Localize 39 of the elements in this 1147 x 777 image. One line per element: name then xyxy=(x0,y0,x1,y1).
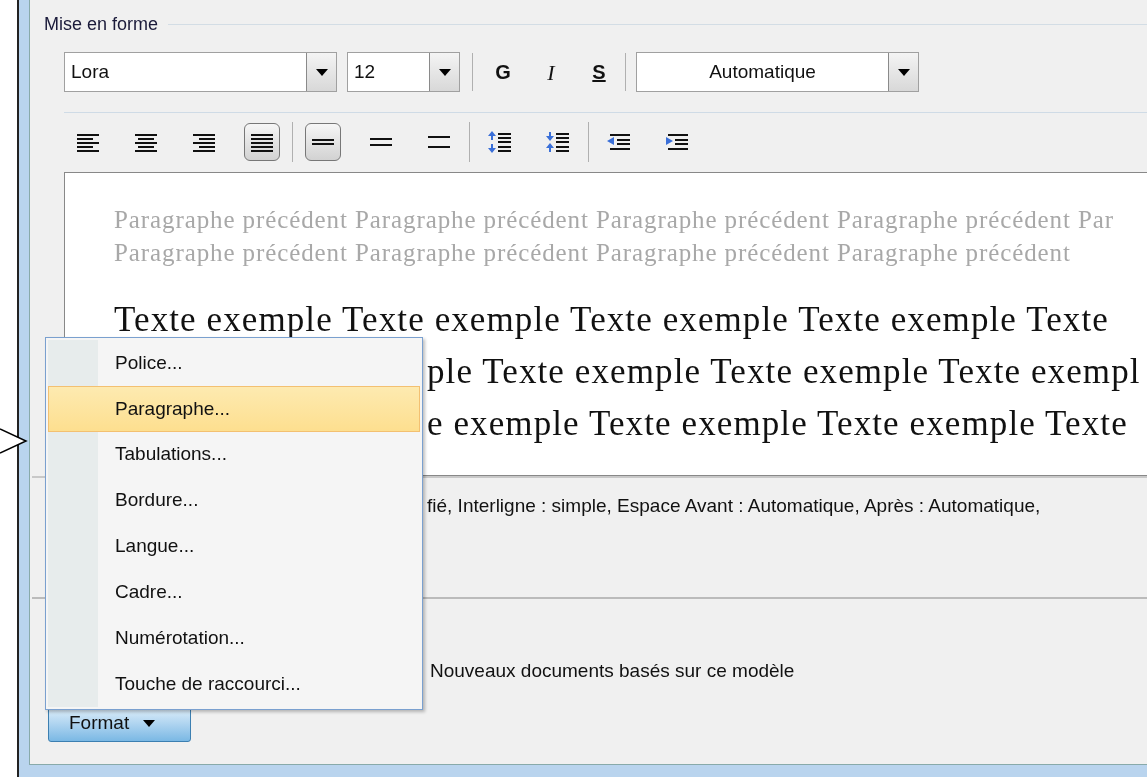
line-spacing-icon xyxy=(370,138,392,146)
double-spacing-icon xyxy=(428,136,450,148)
previous-paragraph-text: Paragraphe précédent Paragraphe précédent Paragraphe précédent Paragraphe précédent Par xyxy=(114,205,1114,235)
single-spacing-icon xyxy=(312,139,334,145)
font-name-dropdown[interactable]: Lora xyxy=(64,52,337,92)
menu-item[interactable]: Langue... xyxy=(48,523,420,570)
menu-item[interactable]: Tabulations... xyxy=(48,431,420,478)
paragraph-toolbar-button[interactable] xyxy=(305,123,341,161)
sample-text: ple Texte exemple Texte exemple Texte exempl xyxy=(427,353,1141,391)
caret-icon xyxy=(438,68,451,76)
caret-icon xyxy=(143,720,156,727)
menu-item[interactable]: Paragraphe... xyxy=(48,385,420,432)
align-right-icon xyxy=(191,131,217,153)
spacing-decrease-icon xyxy=(545,131,571,153)
color-dropdown[interactable]: Automatique xyxy=(636,52,919,92)
sample-text: e exemple Texte exemple Texte exemple Texte xyxy=(427,405,1128,443)
caret-icon xyxy=(315,68,328,76)
group-title: Mise en forme xyxy=(44,12,159,36)
justify-icon xyxy=(249,131,275,153)
align-left-icon xyxy=(75,131,101,153)
previous-paragraph-text: Paragraphe précédent Paragraphe précédent Paragraphe précédent Paragraphe précédent xyxy=(114,238,1071,268)
spacing-increase-icon xyxy=(487,131,513,153)
menu-item[interactable]: Bordure... xyxy=(48,477,420,524)
style-description: fié, Interligne : simple, Espace Avant : Automatique, Après : Automatique, xyxy=(427,495,1041,516)
caret-icon xyxy=(897,68,910,76)
menu-item[interactable]: Police... xyxy=(48,340,420,386)
sample-text: Texte exemple Texte exemple Texte exemple Texte exemple Texte xyxy=(114,301,1109,339)
paragraph-toolbar-button[interactable] xyxy=(244,123,280,161)
text-style-button[interactable]: I xyxy=(531,54,571,90)
indent-increase-icon xyxy=(664,131,690,153)
font-size-dropdown[interactable]: 12 xyxy=(347,52,460,92)
text-style-button[interactable]: S xyxy=(579,54,619,90)
menu-item[interactable]: Numérotation... xyxy=(48,615,420,662)
align-center-icon xyxy=(133,131,159,153)
menu-item[interactable]: Cadre... xyxy=(48,569,420,616)
indent-decrease-icon xyxy=(606,131,632,153)
text-style-button[interactable]: G xyxy=(483,54,523,90)
menu-item[interactable]: Touche de raccourci... xyxy=(48,661,420,707)
checkbox-label: Nouveaux documents basés sur ce modèle xyxy=(430,660,795,681)
